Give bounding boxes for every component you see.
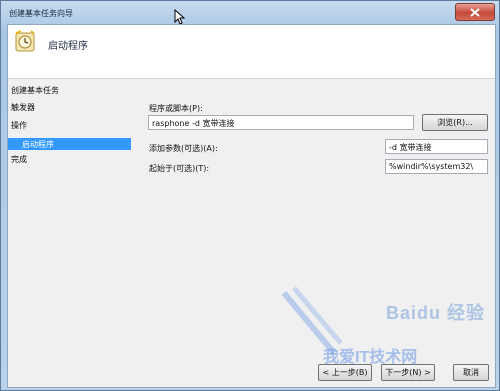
clock-task-icon xyxy=(15,30,35,52)
sidebar-item-start-program[interactable]: 启动程序 xyxy=(8,138,131,150)
window-title: 创建基本任务向导 xyxy=(9,9,73,18)
page-title: 启动程序 xyxy=(48,41,88,52)
program-label: 程序或脚本(P): xyxy=(149,104,203,113)
wizard-sidebar: 创建基本任务 触发器 操作 启动程序 完成 xyxy=(8,79,136,387)
sidebar-item-finish[interactable]: 完成 xyxy=(11,154,27,165)
args-label: 添加参数(可选)(A): xyxy=(149,144,218,153)
args-input[interactable]: -d 宽带连接 xyxy=(385,139,488,154)
cancel-button[interactable]: 取消 xyxy=(453,364,489,381)
watermark-line2: 我爱IT技术网 xyxy=(323,349,418,366)
program-input[interactable]: rasphone -d 宽带连接 xyxy=(148,115,414,130)
title-bar[interactable]: 创建基本任务向导 xyxy=(1,1,499,25)
close-icon xyxy=(470,7,480,17)
wizard-client-area: 启动程序 创建基本任务 触发器 操作 启动程序 完成 程序或脚本(P): ras… xyxy=(7,24,496,388)
sidebar-item-trigger[interactable]: 触发器 xyxy=(11,102,35,113)
sidebar-item-label: 启动程序 xyxy=(22,140,54,149)
start-in-input[interactable]: %windir%\system32\ xyxy=(385,159,488,174)
watermark-line1: Baidu 经验 xyxy=(386,303,486,323)
browse-button[interactable]: 浏览(R)... xyxy=(422,114,488,131)
wizard-window: 创建基本任务向导 启动程序 创建基本任务 触发器 操作 启动程序 完成 程序或脚… xyxy=(0,0,500,391)
start-in-label: 起始于(可选)(T): xyxy=(149,164,210,173)
sidebar-heading: 创建基本任务 xyxy=(11,86,59,95)
sidebar-item-action[interactable]: 操作 xyxy=(11,120,27,131)
close-button[interactable] xyxy=(455,3,495,21)
wizard-header: 启动程序 xyxy=(8,25,495,77)
mouse-cursor-icon xyxy=(174,9,186,25)
wizard-panel: 创建基本任务 触发器 操作 启动程序 完成 程序或脚本(P): rasphone… xyxy=(8,78,495,387)
